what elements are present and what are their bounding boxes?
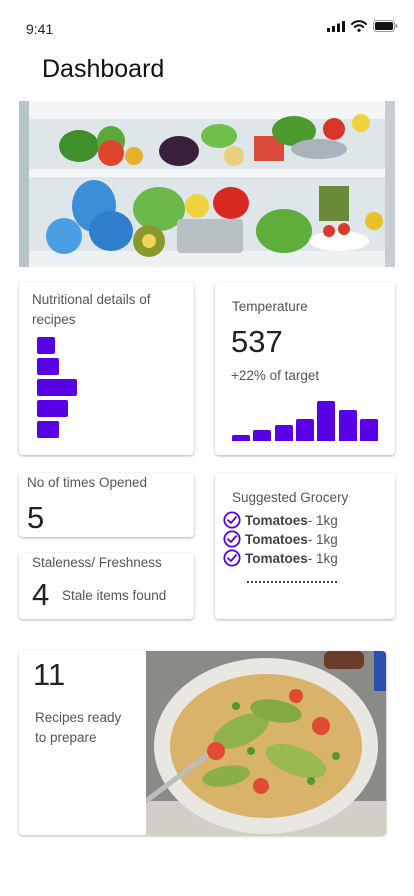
temperature-bar (232, 435, 250, 441)
nutrition-bar (37, 400, 68, 417)
status-icons (327, 20, 398, 32)
grocery-item[interactable]: Tomatoes - 1kg (223, 549, 338, 567)
grocery-card[interactable]: Suggested Grocery Tomatoes - 1kg Tomatoe… (215, 473, 395, 619)
nutrition-bar (37, 337, 55, 354)
temperature-delta: +22% of target (231, 368, 320, 383)
temperature-bar (296, 419, 314, 441)
check-circle-icon (223, 511, 241, 529)
grocery-item-name: Tomatoes (245, 512, 308, 528)
nutrition-bar (37, 379, 77, 396)
nutrition-label: Nutritional details of recipes (32, 292, 151, 327)
fridge-photo (19, 101, 395, 267)
nutrition-card[interactable]: Nutritional details of recipes (19, 282, 194, 455)
opened-value: 5 (27, 500, 45, 535)
check-circle-icon (223, 530, 241, 548)
grocery-label: Suggested Grocery (232, 490, 349, 505)
status-time: 9:41 (26, 21, 54, 37)
temperature-bar (360, 419, 378, 441)
grocery-item-name: Tomatoes (245, 531, 308, 547)
grocery-item[interactable]: Tomatoes - 1kg (223, 530, 338, 548)
recipes-label: Recipes ready to prepare (35, 710, 122, 745)
recipes-card[interactable]: 11 Recipes ready to prepare (19, 651, 386, 835)
grocery-item[interactable]: Tomatoes - 1kg (223, 511, 338, 529)
temperature-bar (317, 401, 335, 441)
nutrition-bar (37, 421, 59, 438)
staleness-value: 4 (32, 577, 50, 612)
staleness-card[interactable]: Staleness/ Freshness 4 Stale items found (19, 553, 194, 619)
staleness-label: Staleness/ Freshness (32, 555, 162, 570)
check-circle-icon (223, 549, 241, 567)
pasta-photo (146, 651, 386, 835)
battery-icon (373, 20, 398, 32)
temperature-value: 537 (231, 324, 283, 359)
recipes-value: 11 (33, 657, 66, 692)
temperature-bar (275, 425, 293, 441)
nutrition-bar (37, 358, 59, 375)
status-bar: 9:41 (0, 0, 414, 50)
opened-label: No of times Opened (27, 475, 148, 490)
page-title: Dashboard (42, 55, 165, 83)
grocery-item-name: Tomatoes (245, 550, 308, 566)
grocery-item-qty: - 1kg (307, 512, 338, 528)
grocery-item-qty: - 1kg (307, 531, 338, 547)
opened-card[interactable]: No of times Opened 5 (19, 473, 194, 537)
staleness-note: Stale items found (62, 588, 167, 603)
temperature-card[interactable]: Temperature 537 +22% of target (215, 282, 395, 455)
temperature-label: Temperature (232, 299, 308, 314)
cellular-signal-icon (327, 20, 345, 32)
wifi-icon (351, 20, 367, 32)
temperature-bar (253, 430, 271, 441)
more-items-indicator[interactable] (247, 581, 337, 583)
temperature-bar (339, 410, 357, 441)
grocery-item-qty: - 1kg (307, 550, 338, 566)
